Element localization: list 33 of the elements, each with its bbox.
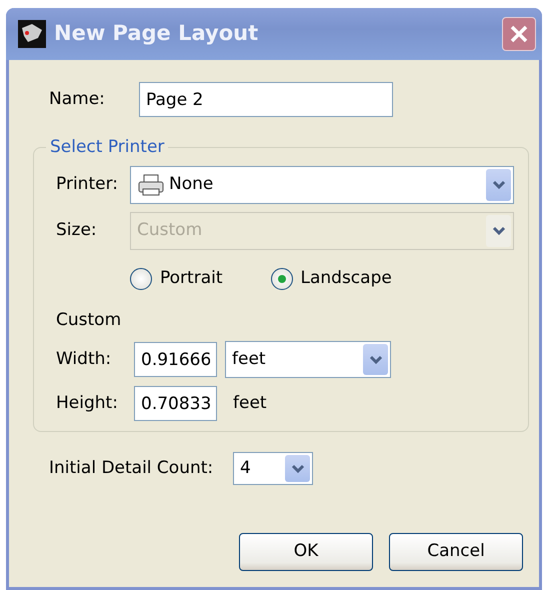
cancel-button[interactable]: Cancel <box>389 533 523 571</box>
initial-detail-count-label: Initial Detail Count: <box>49 456 214 480</box>
close-icon <box>509 24 529 44</box>
printer-icon <box>137 173 165 197</box>
width-field[interactable]: 0.91666 <box>134 342 217 377</box>
height-label: Height: <box>56 392 119 415</box>
close-button[interactable] <box>502 17 536 51</box>
dropdown-value: None <box>168 173 214 196</box>
height-field[interactable]: 0.70833 <box>134 386 217 421</box>
chevron-down-icon <box>492 226 506 236</box>
chevron-down-icon <box>492 180 506 190</box>
radio-button[interactable] <box>130 268 152 290</box>
name-label: Name: <box>49 88 106 111</box>
window-title: New Page Layout <box>54 20 260 48</box>
field-label: Size: <box>56 219 98 242</box>
field-label: Printer: <box>56 173 119 196</box>
width-label: Width: <box>56 348 112 371</box>
custom-label: Custom <box>56 308 122 332</box>
radio-option[interactable]: Portrait <box>130 266 222 292</box>
printer-dropdown[interactable]: None <box>130 166 514 204</box>
unit-dropdown[interactable]: feet <box>225 341 391 378</box>
app-icon <box>18 20 46 48</box>
chevron-down-icon <box>290 464 304 474</box>
radio-option[interactable]: Landscape <box>270 266 392 292</box>
detail-count-dropdown[interactable]: 4 <box>233 452 313 485</box>
height-unit-label: feet <box>233 392 267 415</box>
chevron-down-icon <box>368 354 382 364</box>
ok-button[interactable]: OK <box>239 533 373 571</box>
radio-button[interactable] <box>270 268 292 290</box>
name-field[interactable]: Page 2 <box>139 82 393 117</box>
dropdown-value: 4 <box>239 456 252 480</box>
dropdown-value: Custom <box>136 219 204 242</box>
dropdown-value: feet <box>231 348 267 371</box>
